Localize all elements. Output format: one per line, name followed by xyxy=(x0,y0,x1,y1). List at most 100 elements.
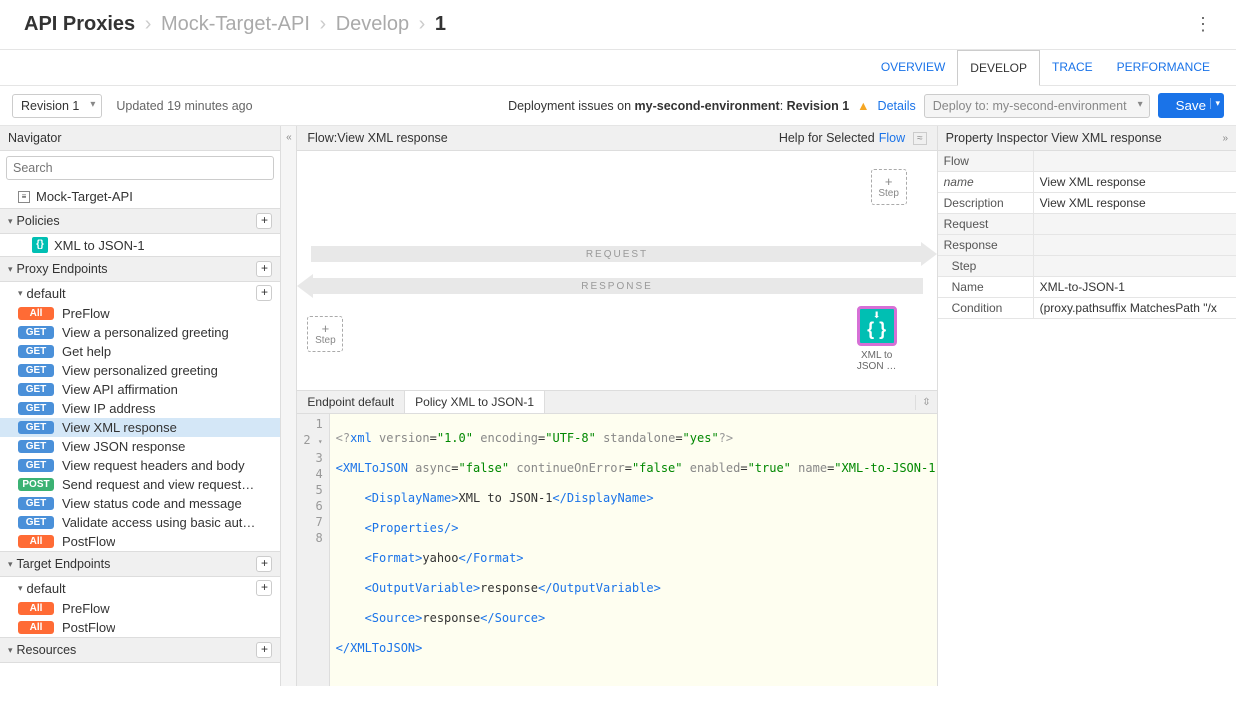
deployment-issue-text: Deployment issues on my-second-environme… xyxy=(508,99,849,113)
method-badge: All xyxy=(18,602,54,615)
inspector-step-name-value[interactable]: XML-to-JSON-1 xyxy=(1034,277,1236,297)
method-badge: GET xyxy=(18,402,54,415)
add-resource-button[interactable]: + xyxy=(256,642,272,658)
flow-item[interactable]: GETView IP address xyxy=(0,399,280,418)
more-menu-icon[interactable]: ⋮ xyxy=(1190,10,1216,39)
flow-label: View JSON response xyxy=(62,439,185,454)
flow-item[interactable]: GET View personalized greeting xyxy=(0,361,280,380)
flow-item[interactable]: All PreFlow xyxy=(0,304,280,323)
arrow-right-icon xyxy=(921,242,937,266)
collapse-canvas-icon[interactable]: ≈ xyxy=(913,132,927,145)
add-response-step-button[interactable]: + Step xyxy=(307,316,343,352)
add-target-endpoint-button[interactable]: + xyxy=(256,556,272,572)
chevron-down-icon: ▾ xyxy=(8,264,13,275)
add-flow-button[interactable]: + xyxy=(256,285,272,301)
flow-item[interactable]: AllPostFlow xyxy=(0,618,280,637)
chevron-down-icon: ▾ xyxy=(18,288,23,299)
navigator-root[interactable]: ≡ Mock-Target-API xyxy=(0,185,280,208)
tab-overview[interactable]: OVERVIEW xyxy=(869,50,957,85)
flow-item[interactable]: GETView API affirmation xyxy=(0,380,280,399)
flow-label: PostFlow xyxy=(62,534,115,549)
chevron-right-icon: › xyxy=(145,13,152,35)
flow-label: PreFlow xyxy=(62,601,110,616)
flow-item[interactable]: GETView XML response xyxy=(0,418,280,437)
target-default-endpoint[interactable]: ▾ default + xyxy=(0,577,280,599)
code-content[interactable]: <?xml version="1.0" encoding="UTF-8" sta… xyxy=(330,414,937,686)
flow-item[interactable]: GET View JSON response xyxy=(0,437,280,456)
add-policy-button[interactable]: + xyxy=(256,213,272,229)
flow-item[interactable]: POST Send request and view request… xyxy=(0,475,280,494)
deploy-to-select[interactable]: Deploy to: my-second-environment xyxy=(924,94,1150,118)
code-tab-endpoint[interactable]: Endpoint default xyxy=(297,391,405,413)
help-flow-link[interactable]: Flow xyxy=(879,131,905,145)
navigator-title: Navigator xyxy=(0,126,280,151)
tab-trace[interactable]: TRACE xyxy=(1040,50,1105,85)
method-badge: GET xyxy=(18,459,54,472)
flow-label: View personalized greeting xyxy=(62,363,218,378)
add-proxy-endpoint-button[interactable]: + xyxy=(256,261,272,277)
method-badge: GET xyxy=(18,497,54,510)
inspector-section-step: Step xyxy=(938,256,1034,276)
breadcrumb-proxy[interactable]: Mock-Target-API xyxy=(161,13,310,35)
details-link[interactable]: Details xyxy=(878,99,916,113)
help-label: Help for Selected xyxy=(779,131,875,145)
flow-label: PreFlow xyxy=(62,306,110,321)
flow-label: View API affirmation xyxy=(62,382,178,397)
navigator-search-input[interactable] xyxy=(6,156,274,180)
breadcrumb-root[interactable]: API Proxies xyxy=(24,13,135,35)
proxy-default-endpoint[interactable]: ▾ default + xyxy=(0,282,280,304)
proxy-icon: ≡ xyxy=(18,191,30,203)
add-target-flow-button[interactable]: + xyxy=(256,580,272,596)
arrow-left-icon xyxy=(297,274,313,298)
inspector-section-flow: Flow xyxy=(938,151,1034,171)
inspector-name-label: name xyxy=(938,172,1034,192)
inspector-desc-value[interactable]: View XML response xyxy=(1034,193,1236,213)
policy-item[interactable]: {} XML to JSON-1 xyxy=(0,234,280,256)
plus-icon: + xyxy=(322,323,330,335)
flow-item[interactable]: GET View request headers and body xyxy=(0,456,280,475)
tab-develop[interactable]: DEVELOP xyxy=(957,50,1040,86)
add-request-step-button[interactable]: + Step xyxy=(871,169,907,205)
method-badge: GET xyxy=(18,364,54,377)
flow-label: Get help xyxy=(62,344,111,359)
flow-item[interactable]: GETView status code and message xyxy=(0,494,280,513)
inspector-title: Property Inspector View XML response » xyxy=(938,126,1236,151)
chevron-right-icon: › xyxy=(319,13,326,35)
method-badge: GET xyxy=(18,345,54,358)
revision-select[interactable]: Revision 1 xyxy=(12,94,102,118)
warning-icon: ▲ xyxy=(857,99,869,113)
code-tab-policy[interactable]: Policy XML to JSON-1 xyxy=(405,391,545,413)
chevron-down-icon: ▾ xyxy=(8,216,13,227)
inspector-desc-label: Description xyxy=(938,193,1034,213)
method-badge: GET xyxy=(18,440,54,453)
policy-node[interactable]: { } XML to JSON … xyxy=(857,306,897,372)
flow-item[interactable]: GET Get help xyxy=(0,342,280,361)
flow-label: Validate access using basic aut… xyxy=(62,515,255,530)
chevron-right-icon: › xyxy=(419,13,426,35)
expand-code-icon[interactable]: ⇳ xyxy=(915,395,936,410)
collapse-navigator-handle[interactable]: « xyxy=(281,126,297,686)
method-badge: All xyxy=(18,621,54,634)
flow-item[interactable]: All PreFlow xyxy=(0,599,280,618)
breadcrumb-section[interactable]: Develop xyxy=(336,13,409,35)
flow-item[interactable]: GETView a personalized greeting xyxy=(0,323,280,342)
method-badge: POST xyxy=(18,478,54,491)
proxy-endpoints-section[interactable]: ▾ Proxy Endpoints + xyxy=(0,256,280,282)
tab-performance[interactable]: PERFORMANCE xyxy=(1105,50,1222,85)
code-editor[interactable]: 12 ▾345678 <?xml version="1.0" encoding=… xyxy=(297,414,936,686)
inspector-name-value[interactable]: View XML response xyxy=(1034,172,1236,192)
breadcrumb-revision: 1 xyxy=(435,13,446,35)
policies-section[interactable]: ▾ Policies + xyxy=(0,208,280,234)
flow-item[interactable]: AllPostFlow xyxy=(0,532,280,551)
target-endpoints-section[interactable]: ▾ Target Endpoints + xyxy=(0,551,280,577)
expand-inspector-icon[interactable]: » xyxy=(1222,133,1228,144)
xml-to-json-icon: {} xyxy=(32,237,48,253)
updated-text: Updated 19 minutes ago xyxy=(116,99,252,113)
resources-section[interactable]: ▾ Resources + xyxy=(0,637,280,663)
method-badge: All xyxy=(18,307,54,320)
flow-label: View request headers and body xyxy=(62,458,245,473)
inspector-condition-value[interactable]: (proxy.pathsuffix MatchesPath "/x xyxy=(1034,298,1236,318)
flow-label: Send request and view request… xyxy=(62,477,254,492)
flow-item[interactable]: GETValidate access using basic aut… xyxy=(0,513,280,532)
save-button[interactable]: Save▾ xyxy=(1158,93,1224,118)
